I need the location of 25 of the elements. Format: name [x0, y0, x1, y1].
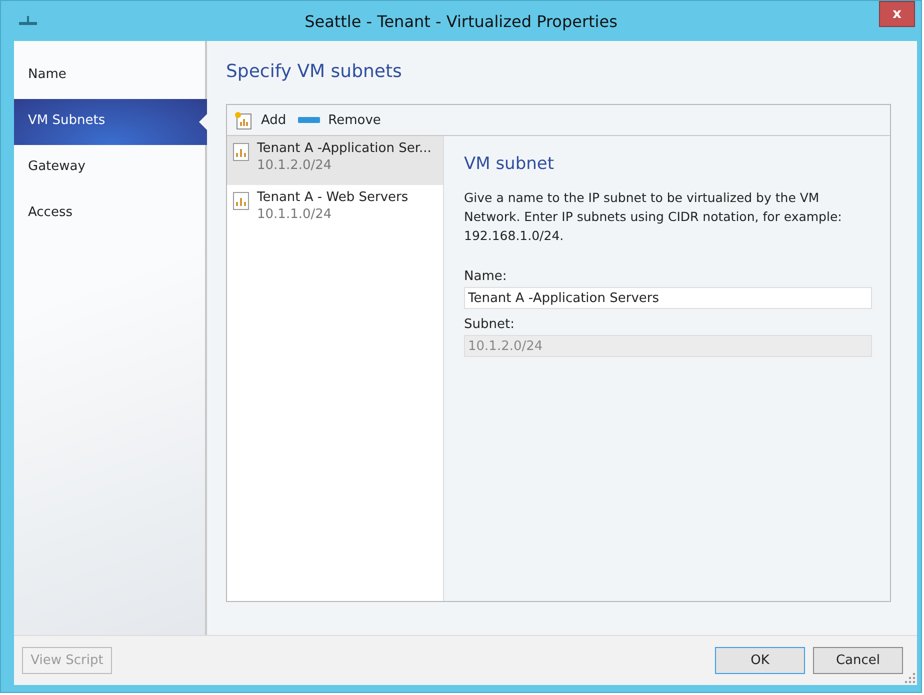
subnet-name: Tenant A -Application Ser...	[257, 141, 432, 156]
sidebar-item[interactable]: VM Subnets	[14, 99, 207, 145]
subnet-address: 10.1.1.0/24	[257, 207, 333, 222]
field-label: Name:	[464, 269, 508, 284]
field-label: Subnet:	[464, 317, 516, 332]
description-text: Give a name to the IP subnet to be virtualized by the VM Network. Enter IP subnets using CIDR notation, for example: 192.168.1.0/24.	[464, 189, 843, 245]
ok-button[interactable]: OK	[715, 647, 805, 674]
subnet-name: Tenant A - Web Servers	[257, 190, 408, 205]
remove-button[interactable]: Remove	[296, 112, 383, 128]
section-heading: VM subnet	[464, 154, 556, 174]
resize-grip-icon	[905, 673, 915, 683]
add-button[interactable]: Add	[231, 110, 288, 130]
window-title: Seattle - Tenant - Virtualized Properties	[304, 12, 618, 30]
subnet-list-item[interactable]: Tenant A -Application Ser... 10.1.2.0/24	[227, 136, 443, 185]
sidebar-item[interactable]: Name	[14, 53, 205, 99]
remove-bar-icon	[298, 116, 320, 124]
cancel-button[interactable]: Cancel	[813, 647, 903, 674]
subnet-address: 10.1.2.0/24	[257, 158, 333, 173]
subnet-list-item[interactable]: Tenant A - Web Servers 10.1.1.0/24	[227, 185, 443, 234]
sidebar-item[interactable]: Gateway	[14, 145, 205, 191]
sidebar-item[interactable]: Access	[14, 191, 205, 237]
name-input-field[interactable]: Tenant A -Application Servers	[464, 287, 872, 309]
add-item-icon	[233, 110, 253, 130]
page-title: Specify VM subnets	[226, 61, 403, 82]
close-button[interactable]: x	[879, 1, 915, 27]
